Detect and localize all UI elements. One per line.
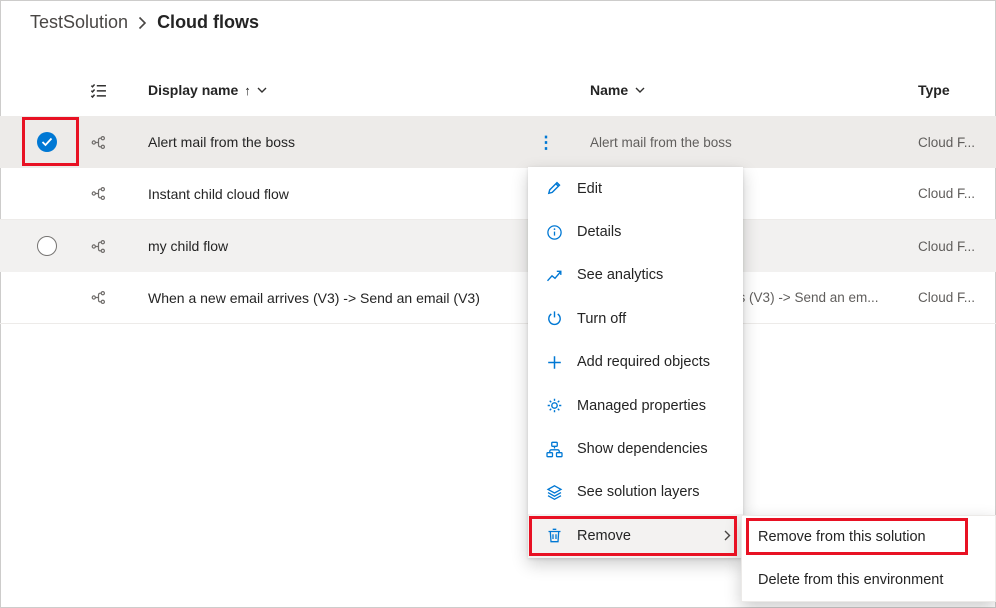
menu-item-show-dependencies[interactable]: Show dependencies	[528, 427, 743, 470]
row-context-menu: Edit Details See analytics	[528, 167, 743, 558]
remove-submenu: Remove from this solution Delete from th…	[741, 515, 996, 602]
column-header-display-name[interactable]: Display name ↑	[116, 82, 528, 98]
submenu-item-label: Delete from this environment	[758, 572, 943, 588]
row-display-name: Alert mail from the boss	[116, 134, 528, 150]
row-type: Cloud F...	[900, 135, 996, 150]
column-header-display-name-label: Display name	[148, 82, 238, 98]
info-icon	[545, 224, 564, 241]
sort-ascending-icon: ↑	[244, 83, 251, 98]
menu-item-details[interactable]: Details	[528, 210, 743, 253]
analytics-icon	[545, 267, 564, 284]
cloud-flows-page: TestSolution Cloud flows Display name ↑	[0, 0, 996, 608]
submenu-item-delete-from-environment[interactable]: Delete from this environment	[742, 559, 995, 602]
column-header-name[interactable]: Name	[564, 82, 900, 98]
menu-item-label: Add required objects	[577, 354, 710, 370]
row-display-name: When a new email arrives (V3) -> Send an…	[116, 290, 528, 306]
breadcrumb: TestSolution Cloud flows	[30, 12, 259, 33]
column-header-type-label: Type	[918, 82, 950, 98]
menu-item-see-analytics[interactable]: See analytics	[528, 254, 743, 297]
menu-item-edit[interactable]: Edit	[528, 167, 743, 210]
cloud-flow-icon	[80, 239, 116, 254]
row-checkbox-unchecked[interactable]	[37, 236, 57, 256]
menu-item-label: Details	[577, 224, 621, 240]
submenu-item-remove-from-solution[interactable]: Remove from this solution	[742, 516, 995, 559]
menu-item-label: Managed properties	[577, 398, 706, 414]
chevron-down-icon	[257, 87, 267, 93]
chevron-right-icon	[724, 530, 731, 541]
trash-icon	[545, 527, 564, 544]
menu-item-add-required-objects[interactable]: Add required objects	[528, 341, 743, 384]
row-display-name: my child flow	[116, 238, 528, 254]
menu-item-see-solution-layers[interactable]: See solution layers	[528, 471, 743, 514]
row-type: Cloud F...	[900, 290, 996, 305]
row-commands-cell: ⋮	[528, 134, 564, 151]
row-type: Cloud F...	[900, 186, 996, 201]
flows-table: Display name ↑ Name Type	[0, 64, 996, 324]
breadcrumb-page: Cloud flows	[157, 12, 259, 33]
menu-item-label: Remove	[577, 528, 631, 544]
chevron-down-icon	[635, 87, 645, 93]
cloud-flow-icon	[80, 186, 116, 201]
table-row[interactable]: When a new email arrives (V3) -> Send an…	[0, 272, 996, 324]
row-type: Cloud F...	[900, 239, 996, 254]
menu-item-label: See solution layers	[577, 484, 700, 500]
row-check-cell	[0, 236, 80, 256]
column-header-name-label: Name	[590, 82, 628, 98]
dependencies-icon	[545, 441, 564, 458]
menu-item-remove[interactable]: Remove	[528, 514, 743, 557]
column-header-type[interactable]: Type	[900, 82, 996, 98]
table-row[interactable]: Instant child cloud flow Instant child c…	[0, 168, 996, 220]
row-name: Alert mail from the boss	[564, 135, 900, 150]
cloud-flow-icon	[80, 135, 116, 150]
menu-item-label: Show dependencies	[577, 441, 708, 457]
table-row[interactable]: my child flow my child flow Cloud F...	[0, 220, 996, 272]
submenu-item-label: Remove from this solution	[758, 529, 926, 545]
row-check-cell	[0, 132, 80, 152]
breadcrumb-chevron-icon	[138, 16, 147, 30]
cloud-flow-icon	[80, 290, 116, 305]
menu-item-turn-off[interactable]: Turn off	[528, 297, 743, 340]
plus-icon	[545, 354, 564, 371]
power-icon	[545, 310, 564, 327]
layers-icon	[545, 484, 564, 501]
gear-icon	[545, 397, 564, 414]
select-list-icon[interactable]	[80, 82, 116, 99]
menu-item-label: Edit	[577, 181, 602, 197]
menu-item-label: See analytics	[577, 267, 663, 283]
edit-icon	[545, 180, 564, 197]
menu-item-label: Turn off	[577, 311, 626, 327]
row-display-name: Instant child cloud flow	[116, 186, 528, 202]
table-row[interactable]: Alert mail from the boss ⋮ Alert mail fr…	[0, 116, 996, 168]
breadcrumb-solution[interactable]: TestSolution	[30, 12, 128, 33]
menu-item-managed-properties[interactable]: Managed properties	[528, 384, 743, 427]
kebab-menu-icon[interactable]: ⋮	[538, 134, 555, 151]
row-checkbox-checked[interactable]	[37, 132, 57, 152]
table-header-row: Display name ↑ Name Type	[0, 64, 996, 116]
